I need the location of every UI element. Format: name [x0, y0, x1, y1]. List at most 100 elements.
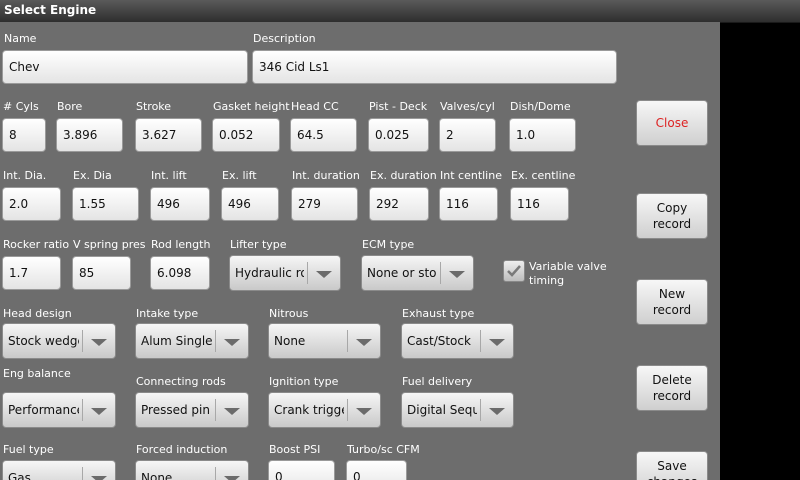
ex-lift-field[interactable]: 496 [221, 187, 279, 221]
chevron-down-icon [489, 339, 505, 346]
int-lift-field[interactable]: 496 [150, 187, 210, 221]
nitrous-value: None [274, 334, 306, 348]
ex-duration-field[interactable]: 292 [369, 187, 429, 221]
eng-balance-value: Performance [8, 403, 79, 417]
stroke-label: Stroke [136, 100, 172, 113]
chevron-down-icon [489, 408, 505, 415]
v-spring-pres-field[interactable]: 85 [72, 256, 131, 290]
forced-induction-dropdown[interactable]: None [135, 460, 249, 480]
ex-centline-field[interactable]: 116 [510, 187, 569, 221]
turbo-cfm-field[interactable]: 0 [346, 460, 407, 480]
name-field[interactable]: Chev [2, 50, 248, 84]
pist-deck-field[interactable]: 0.025 [368, 118, 429, 152]
dropdown-separator [82, 467, 83, 480]
dropdown-separator [82, 399, 83, 421]
fuel-type-value: Gas [8, 471, 31, 480]
cyls-label: # Cyls [3, 100, 39, 113]
head-design-dropdown[interactable]: Stock wedge [2, 323, 116, 359]
connecting-rods-dropdown[interactable]: Pressed pin [135, 392, 249, 428]
fuel-delivery-value: Digital Seque [407, 403, 477, 417]
dropdown-separator [347, 330, 348, 352]
engine-dialog: Name Chev Description 346 Cid Ls1 # Cyls… [0, 22, 720, 480]
int-dia-field[interactable]: 2.0 [2, 187, 61, 221]
save-changes-button[interactable]: Save changes [636, 451, 708, 480]
lifter-type-dropdown[interactable]: Hydraulic ro [229, 255, 341, 291]
chevron-down-icon [91, 408, 107, 415]
head-design-label: Head design [3, 307, 72, 320]
chevron-down-icon [224, 476, 240, 480]
description-label: Description [253, 32, 316, 45]
exhaust-type-label: Exhaust type [402, 307, 475, 320]
bore-field[interactable]: 3.896 [56, 118, 123, 152]
ignition-type-label: Ignition type [269, 375, 339, 388]
valves-cyl-field[interactable]: 2 [439, 118, 496, 152]
exhaust-type-dropdown[interactable]: Cast/Stock [401, 323, 514, 359]
copy-record-button[interactable]: Copy record [636, 193, 708, 239]
dropdown-separator [215, 467, 216, 480]
int-lift-label: Int. lift [151, 169, 187, 182]
head-cc-label: Head CC [291, 100, 339, 113]
eng-balance-label: Eng balance [3, 367, 71, 380]
int-duration-label: Int. duration [292, 169, 360, 182]
nitrous-dropdown[interactable]: None [268, 323, 381, 359]
dropdown-separator [480, 330, 481, 352]
ex-dia-field[interactable]: 1.55 [72, 187, 139, 221]
forced-induction-value: None [141, 471, 173, 480]
v-spring-pres-label: V spring pres [73, 238, 146, 251]
chevron-down-icon [224, 339, 240, 346]
exhaust-type-value: Cast/Stock [407, 334, 471, 348]
new-record-button[interactable]: New record [636, 279, 708, 325]
chevron-down-icon [91, 476, 107, 480]
close-button[interactable]: Close [636, 100, 708, 146]
intake-type-label: Intake type [136, 307, 199, 320]
connecting-rods-value: Pressed pin [141, 403, 210, 417]
fuel-delivery-dropdown[interactable]: Digital Seque [401, 392, 514, 428]
variable-valve-timing-label: Variable valve timing [529, 260, 607, 287]
gasket-height-field[interactable]: 0.052 [212, 118, 280, 152]
intake-type-dropdown[interactable]: Alum Single p [135, 323, 249, 359]
stroke-field[interactable]: 3.627 [135, 118, 202, 152]
delete-record-button[interactable]: Delete record [636, 365, 708, 411]
fuel-type-dropdown[interactable]: Gas [2, 460, 116, 480]
name-label: Name [4, 32, 37, 45]
int-duration-field[interactable]: 279 [291, 187, 358, 221]
lifter-type-label: Lifter type [230, 238, 287, 251]
rocker-ratio-field[interactable]: 1.7 [2, 256, 61, 290]
boost-psi-field[interactable]: 0 [268, 460, 335, 480]
ecm-type-dropdown[interactable]: None or stoc [361, 255, 474, 291]
head-cc-field[interactable]: 64.5 [290, 118, 357, 152]
intake-type-value: Alum Single p [141, 334, 212, 348]
gasket-height-label: Gasket height [213, 100, 290, 113]
chevron-down-icon [316, 271, 332, 278]
description-field[interactable]: 346 Cid Ls1 [252, 50, 617, 84]
int-centline-field[interactable]: 116 [439, 187, 498, 221]
turbo-cfm-label: Turbo/sc CFM [347, 443, 420, 456]
ignition-type-dropdown[interactable]: Crank trigger [268, 392, 381, 428]
dropdown-separator [440, 262, 441, 284]
chevron-down-icon [91, 339, 107, 346]
chevron-down-icon [224, 408, 240, 415]
variable-valve-timing-checkbox[interactable] [503, 260, 525, 282]
window-title: Select Engine [4, 3, 97, 17]
pist-deck-label: Pist - Deck [369, 100, 428, 113]
dropdown-separator [307, 262, 308, 284]
forced-induction-label: Forced induction [136, 443, 228, 456]
head-design-value: Stock wedge [8, 334, 79, 348]
chevron-down-icon [356, 408, 372, 415]
lifter-type-value: Hydraulic ro [235, 266, 304, 280]
valves-cyl-label: Valves/cyl [440, 100, 495, 113]
rod-length-label: Rod length [151, 238, 211, 251]
eng-balance-dropdown[interactable]: Performance [2, 392, 116, 428]
dish-dome-label: Dish/Dome [510, 100, 571, 113]
dish-dome-field[interactable]: 1.0 [509, 118, 576, 152]
ex-centline-label: Ex. centline [511, 169, 576, 182]
nitrous-label: Nitrous [269, 307, 309, 320]
checkmark-icon [507, 265, 521, 277]
ex-dia-label: Ex. Dia [73, 169, 112, 182]
cyls-field[interactable]: 8 [2, 118, 46, 152]
dropdown-separator [215, 330, 216, 352]
connecting-rods-label: Connecting rods [136, 375, 226, 388]
rod-length-field[interactable]: 6.098 [150, 256, 210, 290]
ex-duration-label: Ex. duration [370, 169, 437, 182]
int-centline-label: Int centline [440, 169, 502, 182]
